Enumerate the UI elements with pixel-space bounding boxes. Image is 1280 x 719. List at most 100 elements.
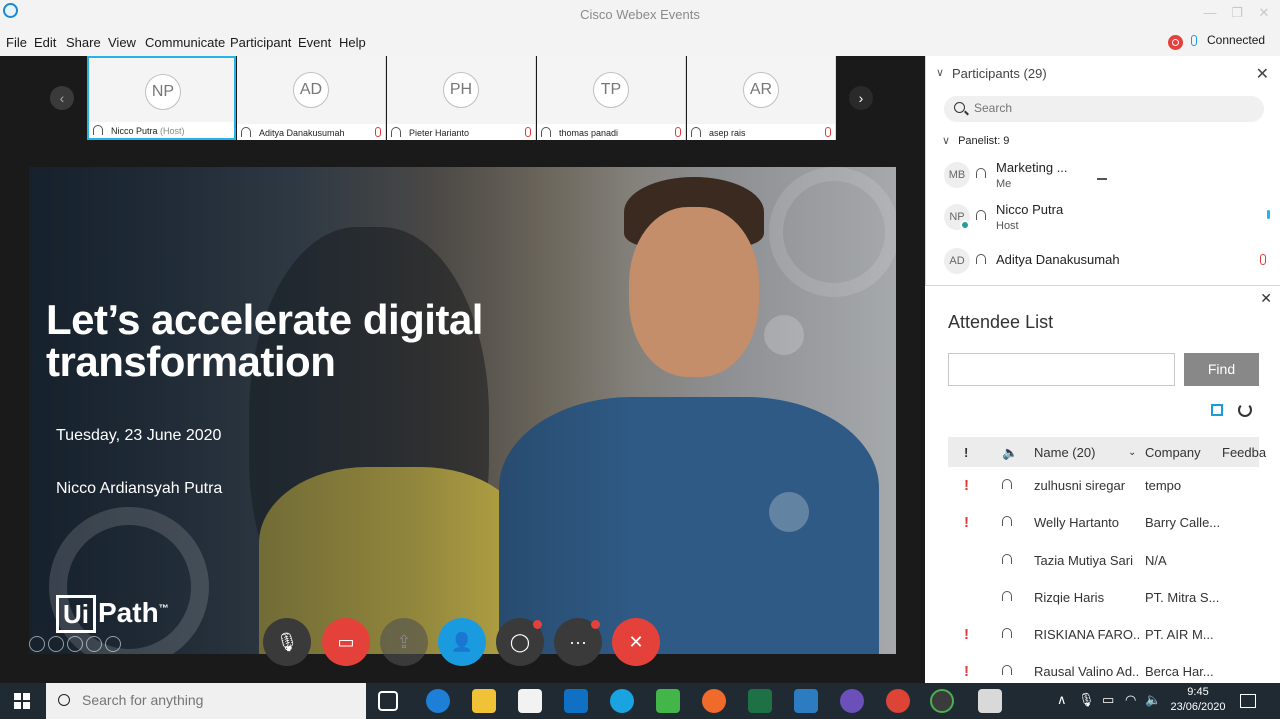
table-row[interactable]: Rizqie Haris PT. Mitra S... bbox=[948, 579, 1259, 616]
menu-event[interactable]: Event bbox=[298, 35, 331, 50]
notifications-icon[interactable] bbox=[1240, 694, 1256, 708]
recording-icon[interactable] bbox=[1168, 35, 1183, 50]
menu-help[interactable]: Help bbox=[339, 35, 366, 50]
menu-share[interactable]: Share bbox=[66, 35, 101, 50]
outlook-icon[interactable] bbox=[564, 689, 588, 713]
taskbar-search[interactable] bbox=[46, 683, 366, 719]
windows-start-icon[interactable] bbox=[14, 693, 30, 709]
excel-icon[interactable] bbox=[748, 689, 772, 713]
video-thumb-aditya[interactable]: AD Aditya Danakusumah bbox=[237, 56, 386, 140]
headset-icon bbox=[1002, 628, 1012, 638]
table-row[interactable]: ! zulhusni siregar tempo bbox=[948, 467, 1259, 504]
start-video-button[interactable]: ▭ bbox=[322, 618, 370, 666]
panelist-row[interactable]: MB Marketing ... Me bbox=[944, 158, 1274, 194]
maximize-icon[interactable]: ❐ bbox=[1230, 6, 1244, 20]
wifi-icon[interactable]: ◠ bbox=[1125, 692, 1136, 708]
menu-participant[interactable]: Participant bbox=[230, 35, 291, 50]
participants-title: Participants (29) bbox=[952, 66, 1047, 81]
table-row[interactable]: ! RISKIANA FARO... PT. AIR M... bbox=[948, 616, 1259, 653]
chat-button[interactable]: ◯ bbox=[496, 618, 544, 666]
panelist-row[interactable]: NP Nicco Putra Host bbox=[944, 200, 1274, 236]
vpn-app-icon[interactable] bbox=[840, 689, 864, 713]
refresh-icon[interactable] bbox=[1238, 403, 1252, 417]
unmute-button[interactable]: 🎙 bbox=[263, 618, 311, 666]
meeting-stage: ‹ NP Nicco Putra (Host) AD Aditya Danaku… bbox=[0, 56, 925, 683]
host-label: (Host) bbox=[160, 126, 185, 136]
firefox-icon[interactable] bbox=[702, 689, 726, 713]
video-thumb-pieter[interactable]: PH Pieter Harianto bbox=[387, 56, 536, 140]
participant-search-input[interactable] bbox=[974, 101, 1244, 115]
windows-taskbar: ∧ 🎙 ▭ ◠ 🔈 9:45 23/06/2020 bbox=[0, 683, 1280, 719]
snipping-tool-icon[interactable] bbox=[978, 689, 1002, 713]
panelist-name: Nicco Putra bbox=[996, 202, 1064, 217]
company-column-header[interactable]: Company bbox=[1145, 445, 1201, 460]
eraser-tool-icon[interactable] bbox=[86, 636, 102, 652]
chrome-icon[interactable] bbox=[886, 689, 910, 713]
shape-tool-icon[interactable] bbox=[67, 636, 83, 652]
attendee-name: Tazia Mutiya Sari bbox=[1034, 553, 1133, 568]
microphone-tray-icon[interactable]: 🎙 bbox=[1078, 692, 1095, 708]
close-dialog-icon[interactable]: ✕ bbox=[1260, 290, 1272, 307]
video-thumb-nicco[interactable]: NP Nicco Putra (Host) bbox=[87, 56, 236, 140]
sheets-app-icon[interactable] bbox=[656, 689, 680, 713]
volume-icon[interactable]: 🔈 bbox=[1145, 692, 1161, 708]
show-hidden-icons-icon[interactable]: ∧ bbox=[1057, 692, 1067, 708]
arrow-tool-icon[interactable] bbox=[29, 636, 45, 652]
share-button[interactable]: ⇪ bbox=[380, 618, 428, 666]
battery-icon[interactable]: ▭ bbox=[1102, 692, 1114, 708]
skype-icon[interactable] bbox=[610, 689, 634, 713]
thumb-name: Pieter Harianto bbox=[409, 128, 470, 138]
webex-taskbar-icon[interactable] bbox=[930, 689, 954, 713]
thumb-name: Aditya Danakusumah bbox=[259, 128, 345, 138]
export-icon[interactable] bbox=[1211, 404, 1223, 416]
participants-button[interactable]: 👤 bbox=[438, 618, 486, 666]
file-explorer-icon[interactable] bbox=[472, 689, 496, 713]
pen-tool-icon[interactable] bbox=[48, 636, 64, 652]
video-thumb-thomas[interactable]: TP thomas panadi bbox=[537, 56, 686, 140]
leave-meeting-button[interactable]: ✕ bbox=[612, 618, 660, 666]
taskbar-clock[interactable]: 9:45 23/06/2020 bbox=[1168, 685, 1228, 715]
panelist-row[interactable]: AD Aditya Danakusumah bbox=[944, 244, 1274, 280]
next-page-icon[interactable] bbox=[105, 636, 121, 652]
table-row[interactable]: ! Welly Hartanto Barry Calle... bbox=[948, 504, 1259, 541]
attendee-name: Rausal Valino Ad... bbox=[1034, 664, 1139, 679]
thumb-next-arrow-icon[interactable]: › bbox=[849, 86, 873, 110]
sort-chevron-icon[interactable]: ⌄ bbox=[1128, 447, 1136, 458]
participant-search[interactable] bbox=[944, 96, 1264, 122]
menu-communicate[interactable]: Communicate bbox=[145, 35, 225, 50]
chevron-down-icon: ∨ bbox=[942, 135, 951, 147]
thumb-prev-arrow-icon[interactable]: ‹ bbox=[50, 86, 74, 110]
avatar: AD bbox=[293, 72, 329, 108]
more-options-button[interactable]: ··· bbox=[554, 618, 602, 666]
close-panel-icon[interactable]: ✕ bbox=[1256, 64, 1269, 84]
task-view-icon[interactable] bbox=[378, 691, 398, 711]
muted-mic-icon bbox=[825, 127, 831, 137]
audio-level-icon bbox=[1097, 172, 1107, 180]
minimize-icon[interactable]: — bbox=[1203, 6, 1217, 20]
edge-icon[interactable] bbox=[426, 689, 450, 713]
table-row[interactable]: Tazia Mutiya Sari N/A bbox=[948, 542, 1259, 579]
chevron-down-icon[interactable]: ∨ bbox=[936, 66, 944, 79]
attendee-company: PT. AIR M... bbox=[1145, 627, 1214, 642]
store-icon[interactable] bbox=[518, 689, 542, 713]
notification-dot bbox=[591, 620, 600, 629]
menu-view[interactable]: View bbox=[108, 35, 136, 50]
headset-icon bbox=[976, 254, 986, 264]
flag-icon: ! bbox=[964, 663, 969, 680]
panelist-group-header[interactable]: ∨ Panelist: 9 bbox=[942, 134, 1009, 147]
find-button[interactable]: Find bbox=[1184, 353, 1259, 386]
menu-file[interactable]: File bbox=[6, 35, 27, 50]
feedback-column-header[interactable]: Feedba bbox=[1222, 445, 1266, 460]
photos-icon[interactable] bbox=[794, 689, 818, 713]
audio-column-icon[interactable]: 🔈 bbox=[1002, 445, 1018, 461]
annotation-toolbar[interactable] bbox=[29, 636, 124, 654]
video-thumb-asep[interactable]: AR asep rais bbox=[687, 56, 836, 140]
menu-edit[interactable]: Edit bbox=[34, 35, 56, 50]
connection-status: Connected bbox=[1207, 33, 1266, 47]
attendee-search-field[interactable] bbox=[948, 353, 1175, 386]
flag-column-header[interactable]: ! bbox=[964, 445, 968, 460]
close-window-icon[interactable]: ✕ bbox=[1257, 6, 1271, 20]
logo-box: Ui bbox=[56, 595, 96, 633]
taskbar-search-input[interactable] bbox=[82, 692, 352, 708]
name-column-header[interactable]: Name (20) bbox=[1034, 445, 1095, 460]
